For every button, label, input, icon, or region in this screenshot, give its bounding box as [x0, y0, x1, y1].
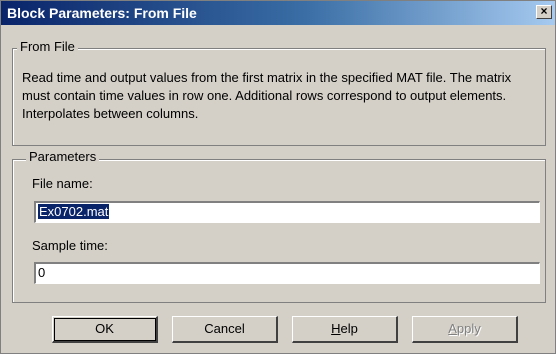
help-mnemonic: H — [331, 321, 341, 336]
ok-button-label: OK — [95, 321, 114, 336]
title-bar[interactable]: Block Parameters: From File × — [1, 1, 555, 25]
help-label-rest: elp — [340, 321, 358, 336]
sample-time-input[interactable]: 0 — [34, 262, 540, 284]
ok-button[interactable]: OK — [52, 316, 158, 343]
sample-time-label: Sample time: — [32, 238, 108, 253]
apply-label-rest: pply — [456, 321, 481, 336]
cancel-button-label: Cancel — [204, 321, 245, 336]
apply-button[interactable]: Apply — [412, 316, 518, 343]
dialog-window: Block Parameters: From File × From File … — [0, 0, 556, 354]
close-icon: × — [540, 4, 548, 18]
parameters-group-legend: Parameters — [26, 149, 100, 164]
file-name-input[interactable]: Ex0702.mat — [34, 201, 540, 223]
help-button[interactable]: Help — [292, 316, 398, 343]
close-button[interactable]: × — [536, 5, 552, 19]
apply-button-label: Apply — [448, 321, 481, 336]
from-file-group-legend: From File — [17, 39, 78, 54]
file-name-value: Ex0702.mat — [38, 204, 110, 219]
sample-time-value: 0 — [38, 265, 46, 280]
window-title: Block Parameters: From File — [7, 5, 197, 21]
block-description: Read time and output values from the fir… — [22, 70, 512, 121]
cancel-button[interactable]: Cancel — [172, 316, 278, 343]
file-name-label: File name: — [32, 176, 93, 191]
help-button-label: Help — [331, 321, 358, 336]
apply-mnemonic: A — [448, 321, 457, 336]
